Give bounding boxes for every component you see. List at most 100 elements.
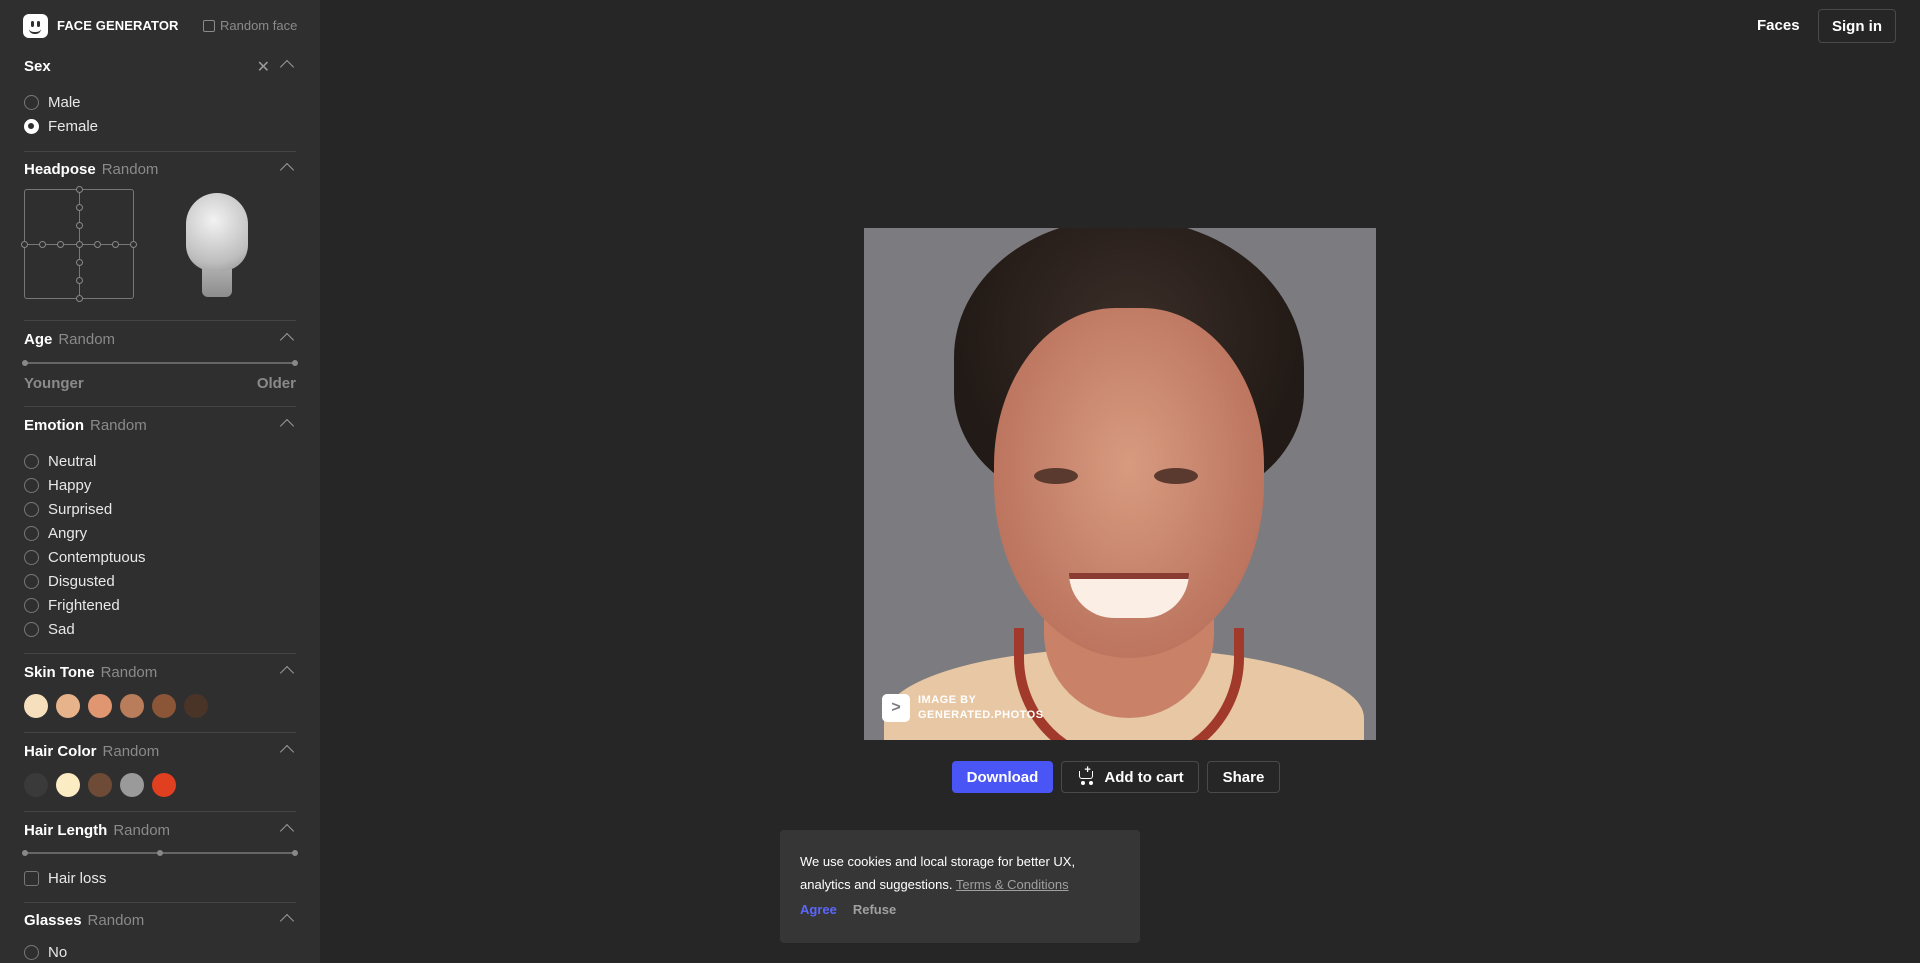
age-min-label: Younger: [24, 375, 84, 392]
cookie-line1: We use cookies and local storage for bet…: [800, 854, 1076, 869]
hair-length-mid-handle[interactable]: [157, 850, 163, 856]
skin-tone-swatch-4[interactable]: [120, 694, 144, 718]
glasses-option-label: No: [48, 943, 68, 961]
hair-color-swatches: [24, 773, 176, 797]
hair-length-min-handle[interactable]: [22, 850, 28, 856]
radio-glasses-no[interactable]: [24, 944, 39, 960]
radio-surprised[interactable]: [24, 501, 39, 517]
face-logo-icon[interactable]: [23, 14, 48, 38]
radio-angry[interactable]: [24, 525, 39, 541]
skin-tone-swatch-6[interactable]: [184, 694, 208, 718]
collapse-hair-length-chevron-icon[interactable]: [279, 823, 295, 839]
agree-button[interactable]: Agree: [800, 902, 837, 917]
collapse-headpose-chevron-icon[interactable]: [279, 162, 295, 178]
emotion-option-contemptuous[interactable]: Contemptuous: [24, 545, 296, 569]
emotion-option-sad[interactable]: Sad: [24, 617, 296, 641]
skin-tone-swatch-1[interactable]: [24, 694, 48, 718]
hair-color-swatch-2[interactable]: [56, 773, 80, 797]
emotion-label: Frightened: [48, 596, 120, 614]
collapse-glasses-chevron-icon[interactable]: [279, 913, 295, 929]
hair-length-section: Hair Length Random Hair loss: [22, 822, 298, 887]
collapse-sex-chevron-icon[interactable]: [279, 59, 295, 75]
radio-contemptuous[interactable]: [24, 549, 39, 565]
emotion-label: Contemptuous: [48, 548, 146, 566]
hair-loss-label: Hair loss: [48, 869, 107, 887]
generated-face-image: > IMAGE BY GENERATED.PHOTOS: [864, 228, 1376, 740]
emotion-option-neutral[interactable]: Neutral: [24, 449, 296, 473]
collapse-skin-tone-chevron-icon[interactable]: [279, 665, 295, 681]
skin-tone-swatch-5[interactable]: [152, 694, 176, 718]
watermark-line2: GENERATED.PHOTOS: [918, 709, 1044, 721]
share-button[interactable]: Share: [1207, 761, 1280, 793]
emotion-option-happy[interactable]: Happy: [24, 473, 296, 497]
hair-length-title: Hair Length: [24, 822, 108, 839]
head-preview-image: [186, 193, 248, 297]
add-to-cart-label: Add to cart: [1104, 768, 1184, 786]
sex-option-label: Female: [48, 117, 99, 135]
divider: [24, 151, 296, 152]
hair-loss-checkbox[interactable]: [24, 870, 39, 886]
emotion-value: Random: [90, 417, 147, 434]
headpose-grid[interactable]: [21, 186, 137, 302]
skin-tone-swatch-3[interactable]: [88, 694, 112, 718]
sex-option-female[interactable]: Female: [24, 114, 296, 138]
add-to-cart-button[interactable]: + Add to cart: [1061, 761, 1199, 793]
generated-photos-logo-icon: >: [882, 694, 910, 722]
hair-length-value: Random: [113, 822, 171, 839]
hair-color-swatch-3[interactable]: [88, 773, 112, 797]
cookie-text: We use cookies and local storage for bet…: [800, 850, 1120, 896]
sidebar-topbar: FACE GENERATOR Random face: [0, 0, 320, 52]
radio-happy[interactable]: [24, 477, 39, 493]
skin-tone-swatch-2[interactable]: [56, 694, 80, 718]
clear-sex-icon[interactable]: ✕: [257, 57, 270, 77]
age-slider-min-handle[interactable]: [22, 360, 28, 366]
radio-female[interactable]: [24, 118, 39, 134]
emotion-option-disgusted[interactable]: Disgusted: [24, 569, 296, 593]
emotion-option-frightened[interactable]: Frightened: [24, 593, 296, 617]
skin-tone-section: Skin Tone Random: [24, 664, 296, 718]
collapse-emotion-chevron-icon[interactable]: [279, 418, 295, 434]
collapse-hair-color-chevron-icon[interactable]: [279, 744, 295, 760]
sex-option-label: Male: [48, 93, 81, 111]
download-button[interactable]: Download: [952, 761, 1053, 793]
filters-sidebar: FACE GENERATOR Random face Sex ✕ Male Fe…: [0, 0, 320, 963]
emotion-option-surprised[interactable]: Surprised: [24, 497, 296, 521]
collapse-age-chevron-icon[interactable]: [279, 332, 295, 348]
cookie-line2: analytics and suggestions.: [800, 877, 953, 892]
radio-disgusted[interactable]: [24, 573, 39, 589]
cart-icon: +: [1076, 764, 1096, 786]
refuse-button[interactable]: Refuse: [853, 902, 896, 917]
glasses-title: Glasses: [24, 912, 82, 929]
glasses-option-no[interactable]: No: [24, 940, 296, 963]
emotion-label: Neutral: [48, 452, 97, 470]
sex-title: Sex: [24, 58, 51, 75]
hair-color-swatch-4[interactable]: [120, 773, 144, 797]
emotion-section: Emotion Random Neutral Happy Surprised An…: [24, 417, 296, 641]
glasses-value: Random: [87, 912, 145, 929]
nav-faces-link[interactable]: Faces: [1757, 17, 1800, 34]
age-slider[interactable]: [24, 362, 296, 364]
headpose-handle[interactable]: [76, 241, 83, 248]
sex-option-male[interactable]: Male: [24, 90, 296, 114]
hair-color-swatch-1[interactable]: [24, 773, 48, 797]
age-title: Age: [24, 331, 53, 348]
radio-male[interactable]: [24, 94, 39, 110]
emotion-option-angry[interactable]: Angry: [24, 521, 296, 545]
hair-length-max-handle[interactable]: [292, 850, 298, 856]
hair-color-title: Hair Color: [24, 743, 97, 760]
hair-color-value: Random: [102, 743, 160, 760]
emotion-label: Disgusted: [48, 572, 115, 590]
hair-loss-option[interactable]: Hair loss: [24, 866, 106, 890]
age-max-label: Older: [256, 375, 296, 392]
radio-sad[interactable]: [24, 621, 39, 637]
age-slider-max-handle[interactable]: [292, 360, 298, 366]
hair-color-swatch-5[interactable]: [152, 773, 176, 797]
brand-name[interactable]: FACE GENERATOR: [57, 18, 179, 33]
emotion-label: Sad: [48, 620, 75, 638]
sign-in-button[interactable]: Sign in: [1818, 9, 1896, 43]
random-face-link[interactable]: Random face: [203, 18, 297, 33]
radio-frightened[interactable]: [24, 597, 39, 613]
divider: [24, 811, 296, 812]
terms-link[interactable]: Terms & Conditions: [956, 877, 1069, 892]
radio-neutral[interactable]: [24, 453, 39, 469]
